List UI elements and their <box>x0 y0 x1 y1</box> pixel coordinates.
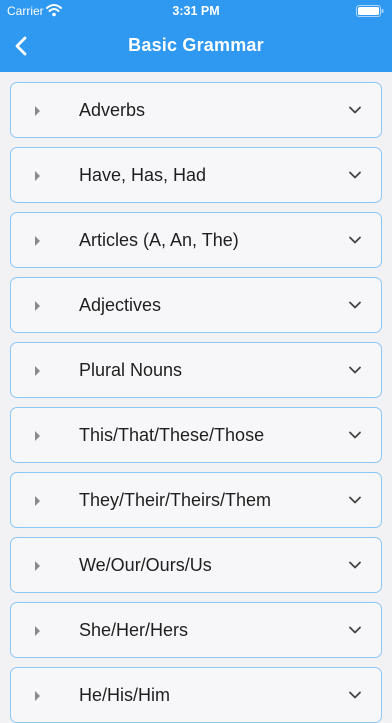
topic-card[interactable]: This/That/These/Those <box>10 407 382 463</box>
topic-card[interactable]: Articles (A, An, The) <box>10 212 382 268</box>
chevron-down-icon <box>349 496 361 504</box>
topic-label: Articles (A, An, The) <box>79 230 239 250</box>
expand-triangle-icon <box>35 561 40 571</box>
chevron-down-icon <box>349 366 361 374</box>
topic-label: Adverbs <box>79 100 146 120</box>
topic-card[interactable]: Have, Has, Had <box>10 147 382 203</box>
chevron-down-icon <box>349 691 361 699</box>
expand-triangle-icon <box>35 171 40 181</box>
expand-triangle-icon <box>35 236 40 246</box>
expand-triangle-icon <box>35 626 40 636</box>
chevron-down-icon <box>349 626 361 634</box>
nav-bar: Basic Grammar <box>0 22 392 72</box>
page-title: Basic Grammar <box>128 35 264 55</box>
topic-card[interactable]: We/Our/Ours/Us <box>10 537 382 593</box>
chevron-down-icon <box>349 236 361 244</box>
expand-triangle-icon <box>35 496 40 506</box>
topic-label: Plural Nouns <box>79 360 183 380</box>
topic-card[interactable]: Adverbs <box>10 82 382 138</box>
battery-icon <box>356 5 384 17</box>
topic-card[interactable]: Adjectives <box>10 277 382 333</box>
topic-label: This/That/These/Those <box>79 425 265 445</box>
chevron-down-icon <box>349 561 361 569</box>
expand-triangle-icon <box>35 106 40 116</box>
topic-label: We/Our/Ours/Us <box>79 555 212 575</box>
expand-triangle-icon <box>35 691 40 701</box>
chevron-down-icon <box>349 301 361 309</box>
status-time: 3:31 PM <box>172 4 220 18</box>
topic-card[interactable]: They/Their/Theirs/Them <box>10 472 382 528</box>
topic-list: Adverbs Have, Has, Had Articles (A, An, … <box>0 72 392 723</box>
expand-triangle-icon <box>35 301 40 311</box>
app-header: Carrier 3:31 PM Basic Grammar <box>0 0 392 72</box>
topic-label: She/Her/Hers <box>79 620 189 640</box>
topic-card[interactable]: She/Her/Hers <box>10 602 382 658</box>
expand-triangle-icon <box>35 431 40 441</box>
topic-label: Have, Has, Had <box>79 165 207 185</box>
topic-label: They/Their/Theirs/Them <box>79 490 272 510</box>
chevron-down-icon <box>349 106 361 114</box>
chevron-down-icon <box>349 431 361 439</box>
status-bar: Carrier 3:31 PM <box>0 0 392 22</box>
chevron-down-icon <box>349 171 361 179</box>
topic-label: Adjectives <box>79 295 162 315</box>
topic-card[interactable]: Plural Nouns <box>10 342 382 398</box>
topic-card[interactable]: He/His/Him <box>10 667 382 723</box>
expand-triangle-icon <box>35 366 40 376</box>
